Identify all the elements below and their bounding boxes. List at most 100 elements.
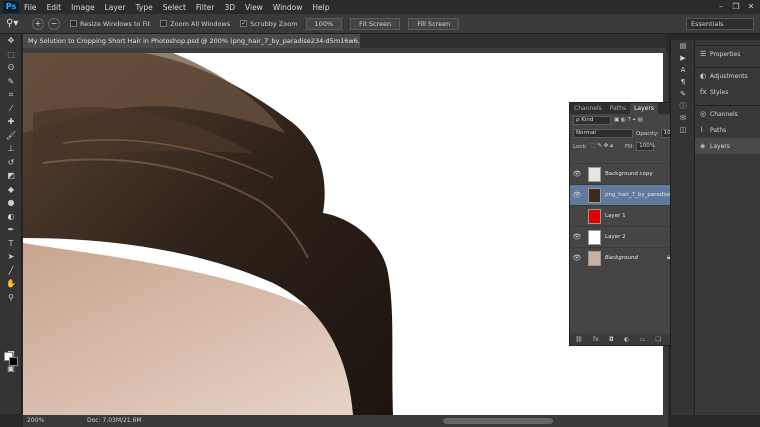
horizontal-scrollbar[interactable] bbox=[443, 418, 553, 424]
blur-tool-icon[interactable]: ● bbox=[0, 196, 22, 210]
healing-brush-tool-icon[interactable]: ✚ bbox=[0, 115, 22, 129]
eraser-tool-icon[interactable]: ◩ bbox=[0, 169, 22, 183]
tab-paths[interactable]: Paths bbox=[606, 103, 630, 114]
zoom-level[interactable]: 200% bbox=[27, 417, 44, 424]
layer-row[interactable]: 👁︎ Background copy bbox=[570, 163, 684, 184]
layer-row[interactable]: 👁︎ png_hair_7_by_paradise2... bbox=[570, 184, 684, 205]
paint-bucket-tool-icon[interactable]: ◆ bbox=[0, 183, 22, 197]
zoom-tool-preset-icon[interactable]: ⚲▾ bbox=[6, 17, 28, 31]
zoom-all-windows-checkbox[interactable]: Zoom All Windows bbox=[160, 20, 230, 28]
layer-row[interactable]: Layer 1 bbox=[570, 205, 684, 226]
menu-help[interactable]: Help bbox=[307, 3, 334, 12]
link-layers-icon[interactable]: ⛓ bbox=[575, 334, 583, 345]
visibility-eye-icon[interactable]: 👁︎ bbox=[570, 233, 584, 241]
dock-styles[interactable]: fx Styles bbox=[695, 84, 760, 100]
menu-window[interactable]: Window bbox=[268, 3, 308, 12]
menu-file[interactable]: File bbox=[19, 3, 42, 12]
add-mask-icon[interactable]: ◘ bbox=[609, 334, 614, 345]
new-layer-icon[interactable]: ❏ bbox=[656, 334, 661, 345]
zoom-in-icon[interactable]: + bbox=[32, 17, 44, 30]
menu-select[interactable]: Select bbox=[158, 3, 191, 12]
brush-presets-icon[interactable]: ✎ bbox=[671, 88, 695, 100]
lock-icons[interactable]: ⬚ ✎ ✥ 🔒︎ bbox=[590, 143, 613, 150]
line-tool-icon[interactable]: ╱ bbox=[0, 264, 22, 278]
group-icon[interactable]: ▭ bbox=[640, 334, 646, 345]
dock-adjustments[interactable]: ◐ Adjustments bbox=[695, 68, 760, 84]
channels-icon: ◎ bbox=[700, 110, 707, 118]
fill-screen-button[interactable]: Fill Screen bbox=[408, 17, 460, 30]
layer-thumbnail bbox=[588, 229, 601, 245]
crop-tool-icon[interactable]: ⌗ bbox=[0, 88, 22, 102]
scrubby-zoom-checkbox[interactable]: ✓ Scrubby Zoom bbox=[240, 19, 298, 28]
zoom-tool-icon[interactable]: ⚲ bbox=[0, 291, 22, 305]
zoom-100-button[interactable]: 100% bbox=[305, 17, 343, 30]
type-tool-icon[interactable]: T bbox=[0, 237, 22, 251]
kind-filter-select[interactable]: ρ Kind bbox=[573, 116, 611, 125]
dock-channels[interactable]: ◎ Channels bbox=[695, 106, 760, 122]
brush-tool-icon[interactable]: 🖌︎ bbox=[0, 129, 22, 143]
tab-layers[interactable]: Layers bbox=[630, 103, 658, 114]
layer-thumbnail bbox=[588, 250, 601, 266]
document-canvas[interactable] bbox=[23, 53, 663, 415]
scrubby-zoom-label: Scrubby Zoom bbox=[250, 19, 298, 28]
paragraph-icon[interactable]: ¶ bbox=[671, 76, 695, 88]
fit-screen-button[interactable]: Fit Screen bbox=[350, 17, 401, 30]
document-size[interactable]: Doc: 7.03M/21.6M bbox=[87, 417, 142, 424]
layer-thumbnail bbox=[588, 208, 601, 224]
layer-row[interactable]: 👁︎ Background 🔒︎ bbox=[570, 247, 684, 268]
lock-label: Lock: bbox=[573, 143, 588, 150]
notes-icon[interactable]: ✉ bbox=[671, 112, 695, 124]
minimize-button[interactable]: – bbox=[714, 1, 728, 12]
marquee-tool-icon[interactable]: ⬚ bbox=[0, 48, 22, 62]
character-icon[interactable]: A bbox=[671, 64, 695, 76]
lasso-tool-icon[interactable]: ʘ bbox=[0, 61, 22, 75]
fill-input[interactable]: 100% bbox=[636, 142, 655, 151]
resize-windows-checkbox[interactable]: Resize Windows to Fit bbox=[70, 20, 150, 28]
background-color-swatch[interactable] bbox=[9, 357, 18, 366]
restore-button[interactable]: ❐ bbox=[729, 1, 743, 12]
blend-mode-select[interactable]: Normal bbox=[573, 129, 633, 138]
info-icon[interactable]: ⓘ bbox=[671, 100, 695, 112]
dock-paths[interactable]: ⌇ Paths bbox=[695, 122, 760, 138]
adjustment-layer-icon[interactable]: ◐ bbox=[624, 334, 629, 345]
actions-icon[interactable]: ▶ bbox=[671, 52, 695, 64]
path-selection-tool-icon[interactable]: ➤ bbox=[0, 250, 22, 264]
filter-icons[interactable]: ▣ ◐ T ⌖ ▤ bbox=[614, 117, 643, 124]
move-tool-icon[interactable]: ✥ bbox=[0, 34, 22, 48]
menu-image[interactable]: Image bbox=[66, 3, 100, 12]
history-brush-tool-icon[interactable]: ↺ bbox=[0, 156, 22, 170]
pen-tool-icon[interactable]: ✒ bbox=[0, 223, 22, 237]
dock-properties[interactable]: ☰ Properties bbox=[695, 46, 760, 62]
layer-thumbnail bbox=[588, 187, 601, 203]
quick-select-tool-icon[interactable]: ✎ bbox=[0, 75, 22, 89]
opacity-label: Opacity: bbox=[636, 130, 659, 137]
eyedropper-tool-icon[interactable]: ⁄ bbox=[0, 102, 22, 116]
menu-filter[interactable]: Filter bbox=[191, 3, 220, 12]
menu-edit[interactable]: Edit bbox=[42, 3, 67, 12]
workspace-select[interactable]: Essentials bbox=[686, 18, 754, 30]
fx-icon[interactable]: fx bbox=[593, 334, 599, 345]
document-tab[interactable]: My Solution to Cropping Short Hair in Ph… bbox=[23, 34, 360, 48]
menu-layer[interactable]: Layer bbox=[100, 3, 131, 12]
menu-3d[interactable]: 3D bbox=[219, 3, 240, 12]
visibility-eye-icon[interactable]: 👁︎ bbox=[570, 254, 584, 262]
tab-channels[interactable]: Channels bbox=[570, 103, 606, 114]
menu-type[interactable]: Type bbox=[131, 3, 158, 12]
hand-tool-icon[interactable]: ✋ bbox=[0, 277, 22, 291]
menu-view[interactable]: View bbox=[240, 3, 268, 12]
close-button[interactable]: ✕ bbox=[744, 1, 758, 12]
layer-name: Layer 1 bbox=[605, 213, 626, 219]
visibility-eye-icon[interactable]: 👁︎ bbox=[570, 191, 584, 199]
history-icon[interactable]: ▤ bbox=[671, 40, 695, 52]
visibility-eye-icon[interactable]: 👁︎ bbox=[570, 170, 584, 178]
clone-stamp-tool-icon[interactable]: ⊥ bbox=[0, 142, 22, 156]
zoom-out-icon[interactable]: − bbox=[48, 17, 60, 30]
dodge-tool-icon[interactable]: ◐ bbox=[0, 210, 22, 224]
layer-name: png_hair_7_by_paradise2... bbox=[605, 192, 675, 198]
timeline-icon[interactable]: ◫ bbox=[671, 124, 695, 136]
dock-layers[interactable]: ◈ Layers bbox=[695, 138, 760, 154]
layer-name: Layer 2 bbox=[605, 234, 626, 240]
layer-row[interactable]: 👁︎ Layer 2 bbox=[570, 226, 684, 247]
status-bar: 200% Doc: 7.03M/21.6M bbox=[23, 415, 668, 427]
dock-icon-column: ▤ ▶ A ¶ ✎ ⓘ ✉ ◫ bbox=[670, 40, 694, 415]
